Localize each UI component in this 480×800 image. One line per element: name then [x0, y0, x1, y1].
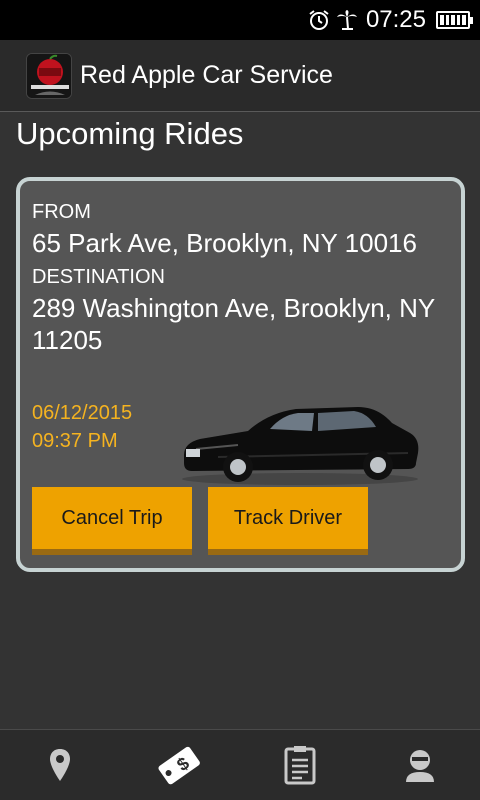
user-icon [406, 750, 434, 782]
destination-address: 289 Washington Ave, Brooklyn, NY 11205 [32, 293, 435, 355]
clipboard-icon [284, 746, 316, 785]
palm-tree-icon [336, 9, 358, 31]
price-tag-icon: $ [158, 746, 200, 785]
nav-location[interactable] [0, 730, 120, 800]
page-title: Upcoming Rides [16, 116, 244, 151]
nav-pricing[interactable]: $ [120, 730, 240, 800]
cancel-trip-button[interactable]: Cancel Trip [32, 487, 192, 555]
app-bar: Red Apple Car Service [0, 40, 480, 112]
from-address: 65 Park Ave, Brooklyn, NY 10016 [32, 228, 417, 258]
nav-rides[interactable] [240, 730, 360, 800]
alarm-icon [308, 9, 330, 31]
status-time: 07:25 [365, 6, 426, 33]
car-image [182, 407, 419, 485]
red-apple-logo [26, 52, 72, 99]
app-title: Red Apple Car Service [80, 61, 333, 89]
ride-time: 09:37 PM [32, 430, 118, 452]
ride-card: FROM 65 Park Ave, Brooklyn, NY 10016 DES… [16, 177, 465, 572]
location-pin-icon [50, 749, 70, 781]
status-bar: 07:25 [0, 0, 480, 40]
destination-label: DESTINATION [32, 266, 165, 288]
bottom-nav: $ [0, 729, 480, 800]
nav-profile[interactable] [360, 730, 480, 800]
from-label: FROM [32, 201, 91, 223]
track-driver-button[interactable]: Track Driver [208, 487, 368, 555]
battery-icon [436, 11, 473, 29]
ride-date: 06/12/2015 [32, 402, 133, 424]
